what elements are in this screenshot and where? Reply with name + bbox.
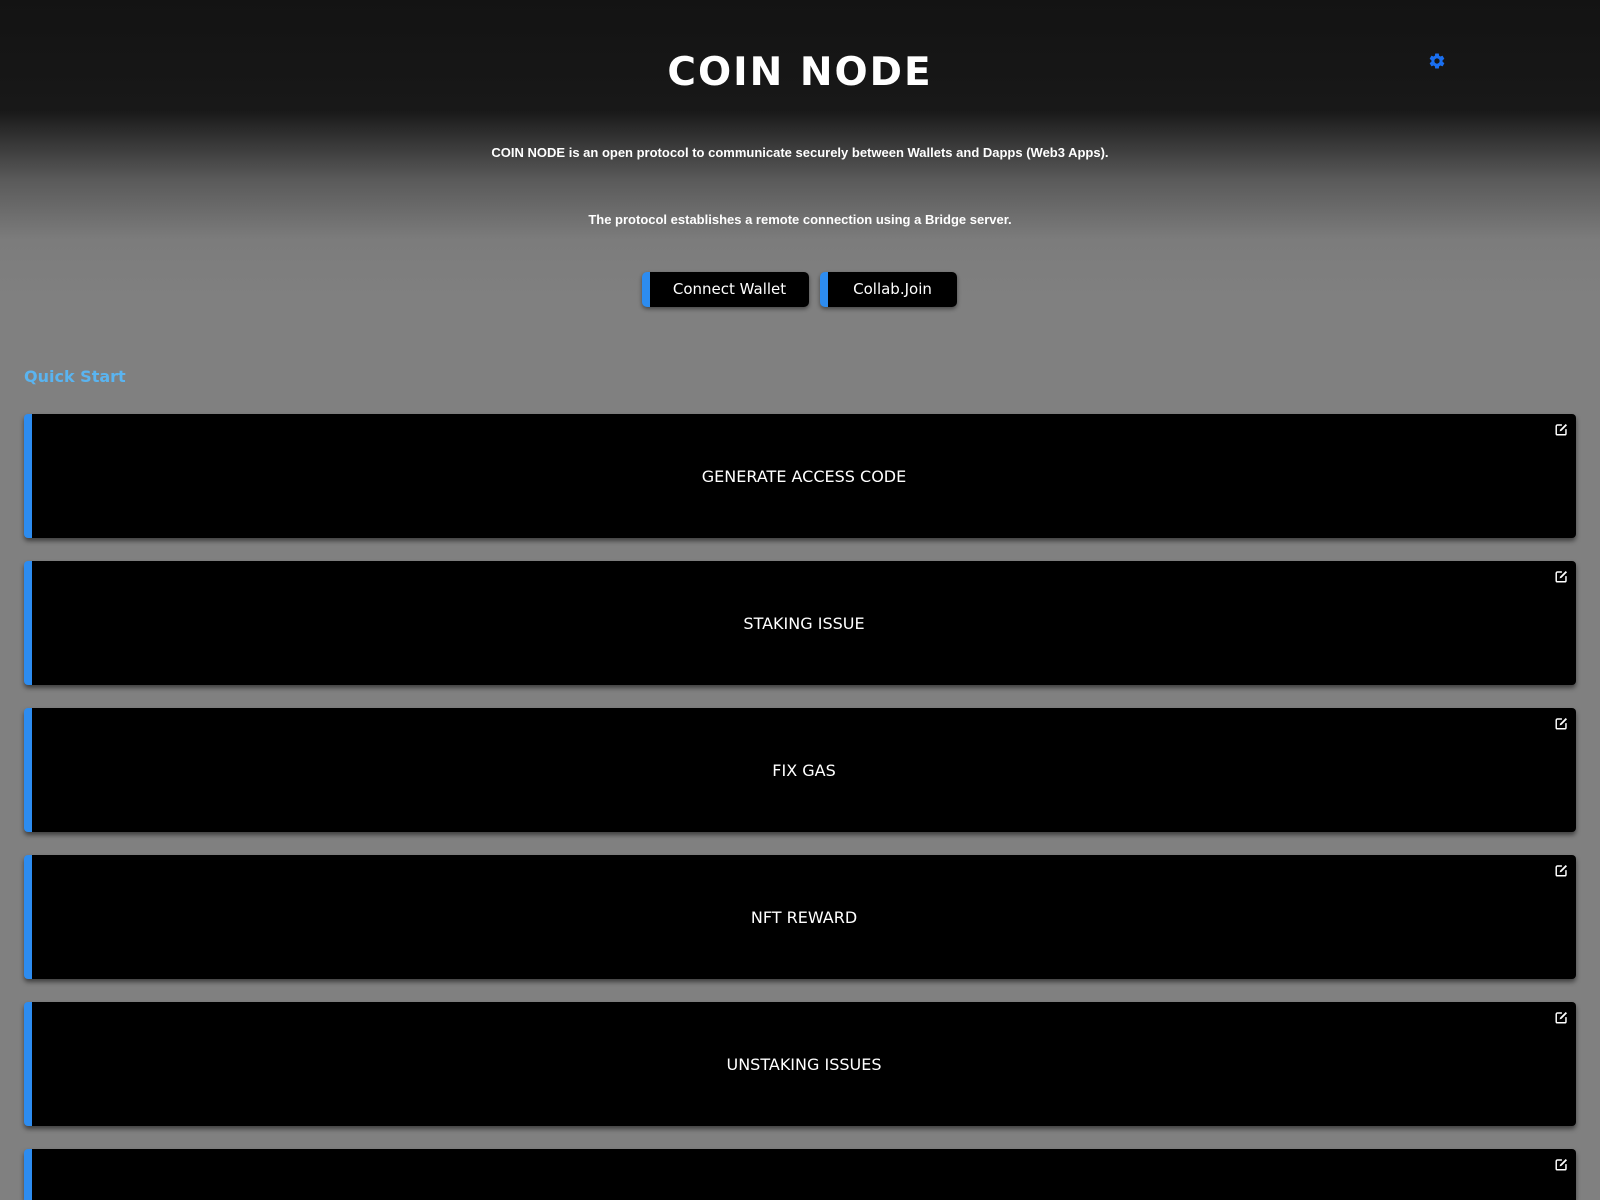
card-unstaking-issues[interactable]: UNSTAKING ISSUES <box>24 1002 1576 1126</box>
edit-icon[interactable] <box>1555 570 1568 583</box>
page-title: COIN NODE <box>667 50 933 95</box>
connect-wallet-button[interactable]: Connect Wallet <box>642 272 809 307</box>
card-staking-issue[interactable]: STAKING ISSUE <box>24 561 1576 685</box>
edit-icon[interactable] <box>1555 1011 1568 1024</box>
card-label: STAKING ISSUE <box>743 613 865 633</box>
card-partial[interactable] <box>24 1149 1576 1200</box>
card-label: GENERATE ACCESS CODE <box>701 466 907 486</box>
card-generate-access-code[interactable]: GENERATE ACCESS CODE <box>24 414 1576 538</box>
edit-icon[interactable] <box>1555 1158 1568 1171</box>
card-nft-reward[interactable]: NFT REWARD <box>24 855 1576 979</box>
card-label <box>32 1149 1576 1200</box>
card-label: UNSTAKING ISSUES <box>726 1054 882 1074</box>
card-label: NFT REWARD <box>750 907 858 927</box>
collab-join-button[interactable]: Collab.Join <box>820 272 957 307</box>
description-line-1: COIN NODE is an open protocol to communi… <box>491 145 1109 160</box>
edit-icon[interactable] <box>1555 717 1568 730</box>
edit-icon[interactable] <box>1555 423 1568 436</box>
edit-icon[interactable] <box>1555 864 1568 877</box>
description-line-2: The protocol establishes a remote connec… <box>588 212 1012 227</box>
card-label: FIX GAS <box>772 760 836 780</box>
card-fix-gas[interactable]: FIX GAS <box>24 708 1576 832</box>
quick-start-link[interactable]: Quick Start <box>24 367 126 387</box>
